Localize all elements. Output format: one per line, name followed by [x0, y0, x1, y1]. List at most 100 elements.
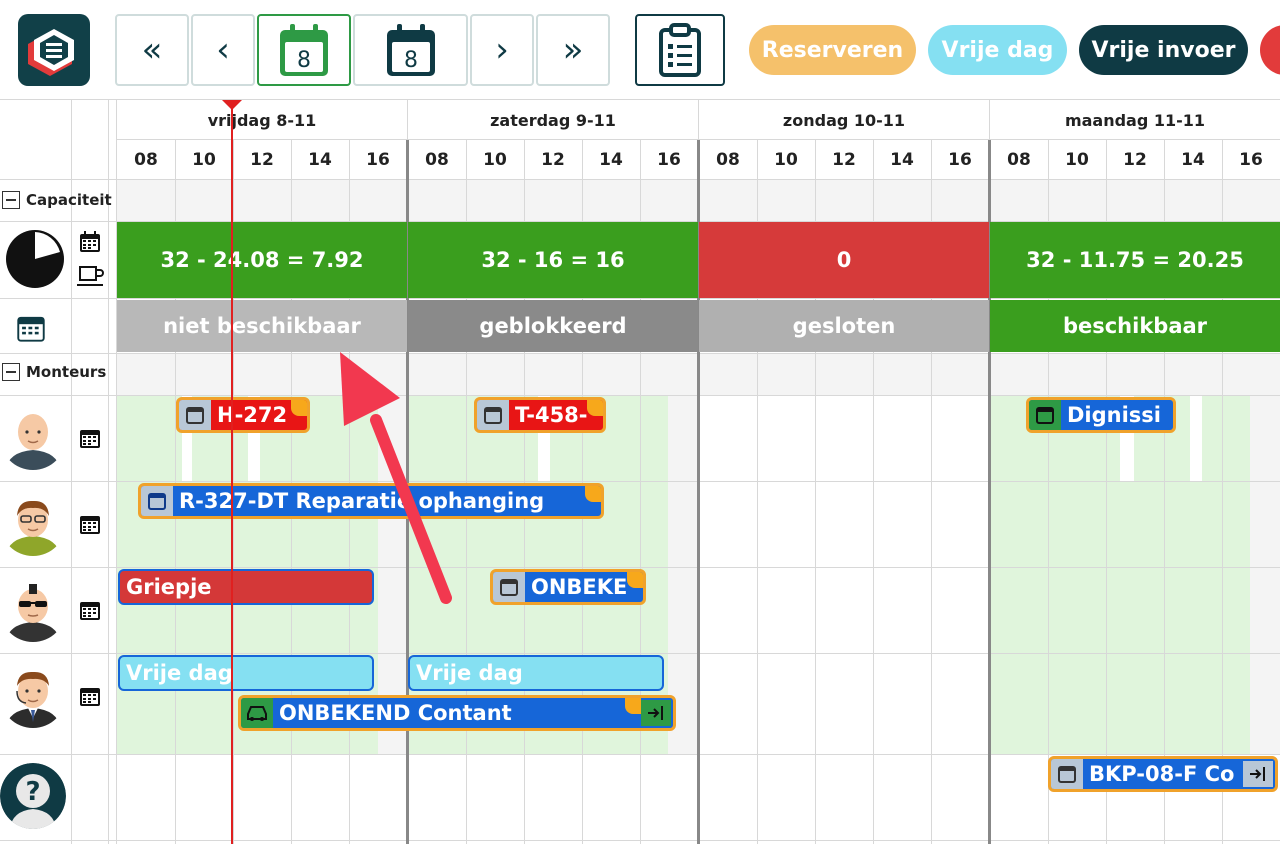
hour-label: 12 [541, 150, 565, 170]
corner-marker [627, 572, 643, 588]
absence-label: Griepje [126, 575, 212, 599]
appointment-block[interactable]: Dignissi [1026, 397, 1176, 433]
calendar-icon: 8 [386, 24, 435, 76]
mechanic-calendar-icon[interactable] [79, 513, 101, 535]
free-day-label: Vrije dag [416, 661, 523, 685]
hour-label: 16 [948, 150, 972, 170]
today-day-number: 8 [297, 48, 311, 73]
free-day-block[interactable]: Vrije dag [118, 655, 374, 691]
calendar-today-icon: 8 [280, 24, 328, 76]
hour-label: 12 [1123, 150, 1147, 170]
closed-day-background [699, 396, 989, 754]
status-monday[interactable]: beschikbaar [990, 300, 1280, 352]
day-header-monday: maandag 11-11 [1064, 110, 1206, 130]
day-header-sunday: zondag 10-11 [782, 110, 906, 130]
planner-app: « ‹ 8 8 › » Reserveren Vrije dag Vrije i… [0, 0, 1280, 844]
unassigned-avatar[interactable]: ? [0, 763, 66, 829]
calendar-icon[interactable] [79, 231, 101, 257]
extra-button[interactable] [1260, 25, 1280, 75]
corner-marker [587, 400, 603, 416]
svg-text:?: ? [25, 777, 40, 807]
grid-line [698, 100, 699, 140]
hour-label: 16 [657, 150, 681, 170]
grid-line [0, 481, 1280, 482]
mechanic-calendar-icon[interactable] [79, 599, 101, 621]
car-icon [241, 698, 273, 728]
hour-label: 08 [134, 150, 158, 170]
appointment-block[interactable]: ONBEKEND Contant [238, 695, 676, 731]
calendar-icon [477, 400, 509, 430]
appointment-label: ONBEKEND Contant [279, 701, 512, 725]
appointment-label: BKP-08-F Co [1089, 762, 1235, 786]
mechanics-section-toggle[interactable]: Monteurs [0, 354, 106, 390]
clipboard-button[interactable] [635, 14, 725, 86]
app-logo[interactable] [18, 14, 90, 86]
mechanic-avatar-headset[interactable] [0, 662, 66, 728]
hour-label: 14 [890, 150, 914, 170]
annotation-arrow-icon [340, 352, 452, 604]
capacity-friday[interactable]: 32 - 24.08 = 7.92 [117, 222, 407, 298]
free-day-block[interactable]: Vrije dag [408, 655, 664, 691]
hour-label: 08 [425, 150, 449, 170]
calendar-icon [141, 486, 173, 516]
prev-day-button[interactable]: ‹ [191, 14, 255, 86]
hour-label: 10 [1065, 150, 1089, 170]
day-header-saturday: zaterdag 9-11 [490, 110, 616, 130]
grid-line [0, 353, 1280, 354]
collapse-icon [2, 191, 20, 209]
date-picker-button[interactable]: 8 [353, 14, 468, 86]
hour-label: 10 [774, 150, 798, 170]
appointment-block[interactable]: BKP-08-F Co [1048, 756, 1278, 792]
grid-line [0, 298, 1280, 299]
hour-label: 14 [599, 150, 623, 170]
day-header-friday: vrijdag 8-11 [207, 110, 317, 130]
next-day-button[interactable]: › [470, 14, 534, 86]
reserve-button[interactable]: Reserveren [749, 25, 916, 75]
chevron-right-icon: › [495, 30, 509, 70]
appointment-label: ONBEKE [531, 575, 628, 599]
current-time-line [231, 100, 233, 844]
appointment-block[interactable]: H-272 [176, 397, 310, 433]
hour-label: 16 [1239, 150, 1263, 170]
corner-marker [625, 698, 641, 714]
appointment-label: Dignissi [1067, 403, 1162, 427]
capacity-sunday[interactable]: 0 [699, 222, 989, 298]
hour-label: 10 [483, 150, 507, 170]
calendar-icon [493, 572, 525, 602]
status-sunday[interactable]: gesloten [699, 300, 989, 352]
hour-label: 08 [1007, 150, 1031, 170]
grid-line [407, 100, 408, 140]
mechanic-calendar-icon[interactable] [79, 427, 101, 449]
current-time-marker-icon [222, 100, 242, 110]
gap [1190, 396, 1202, 482]
grid-line [0, 179, 1280, 180]
pie-chart-icon [4, 228, 66, 290]
appointment-block[interactable]: ONBEKE [490, 569, 646, 605]
first-week-button[interactable]: « [115, 14, 189, 86]
last-week-button[interactable]: » [536, 14, 610, 86]
mechanic-avatar-sunglasses[interactable] [0, 576, 66, 642]
mechanic-avatar-bald[interactable] [0, 404, 66, 470]
grid-line [0, 653, 1280, 654]
capacity-saturday[interactable]: 32 - 16 = 16 [408, 222, 698, 298]
free-day-button[interactable]: Vrije dag [928, 25, 1067, 75]
double-chevron-left-icon: « [141, 30, 163, 70]
free-entry-button[interactable]: Vrije invoer [1079, 25, 1248, 75]
grid-line [0, 395, 1280, 396]
availability-background [990, 396, 1280, 754]
hour-label: 12 [832, 150, 856, 170]
appointment-block[interactable]: T-458- [474, 397, 606, 433]
corner-marker [585, 486, 601, 502]
today-button[interactable]: 8 [257, 14, 351, 86]
mechanic-calendar-icon[interactable] [79, 685, 101, 707]
selected-day-number: 8 [404, 48, 418, 73]
calendar-icon [1051, 759, 1083, 789]
hour-label: 16 [366, 150, 390, 170]
mechanic-avatar-glasses[interactable] [0, 490, 66, 556]
capacity-section-label: Capaciteit [26, 191, 112, 209]
capacity-monday[interactable]: 32 - 11.75 = 20.25 [990, 222, 1280, 298]
capacity-section-toggle[interactable]: Capaciteit [0, 180, 112, 220]
mechanics-section-label: Monteurs [26, 363, 107, 381]
coffee-cup-icon[interactable] [77, 264, 105, 292]
hour-label: 14 [1181, 150, 1205, 170]
